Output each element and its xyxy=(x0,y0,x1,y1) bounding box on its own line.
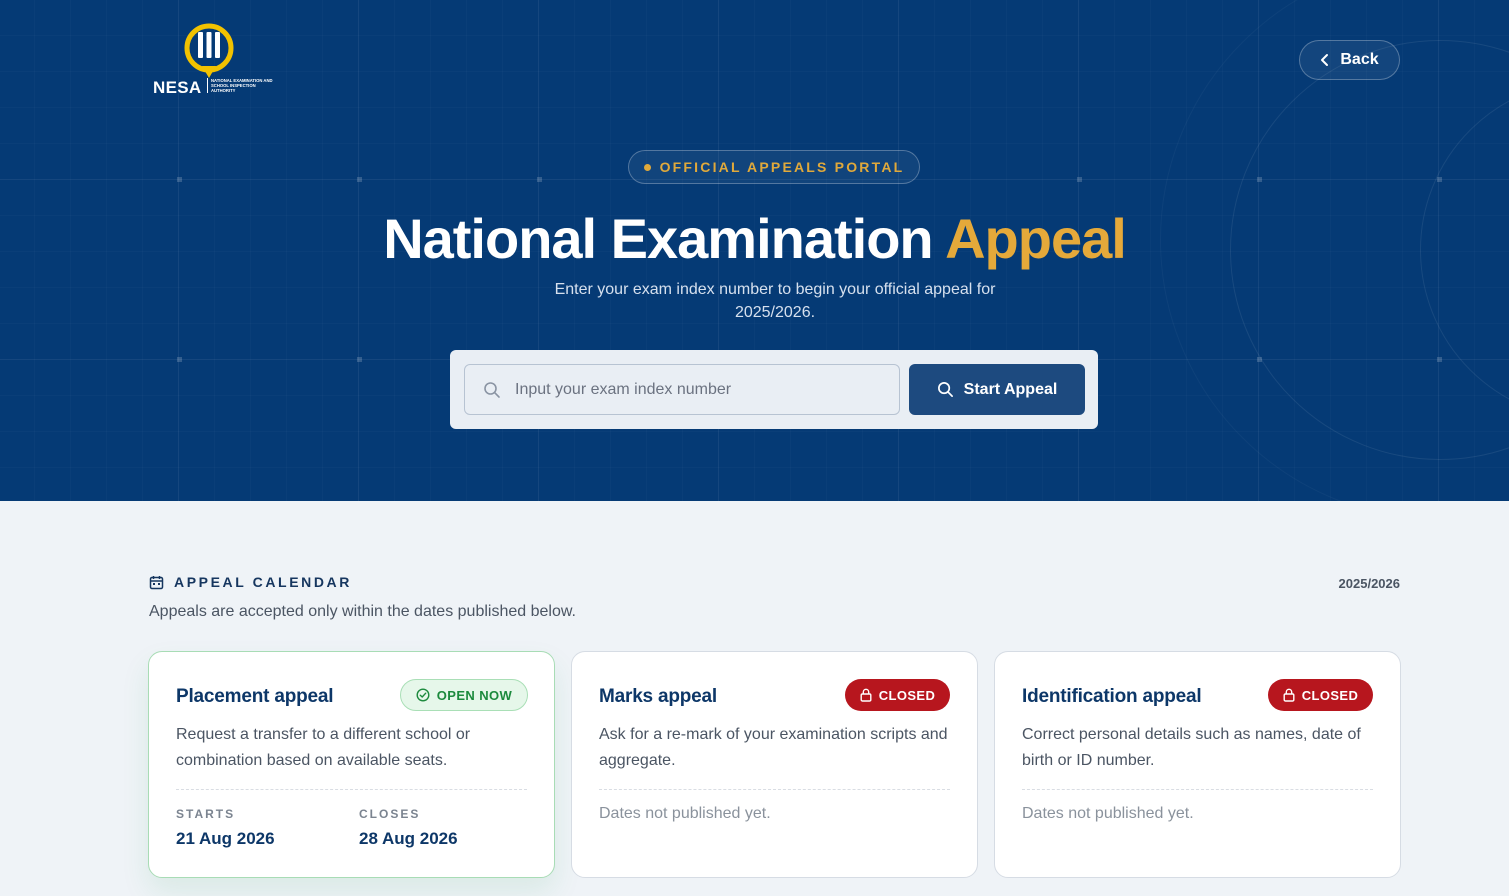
grid-marker xyxy=(357,357,362,362)
start-appeal-label: Start Appeal xyxy=(963,380,1058,398)
chevron-left-icon xyxy=(1321,54,1329,66)
portal-badge-label: OFFICIAL APPEALS PORTAL xyxy=(659,159,905,175)
status-badge-label: CLOSED xyxy=(1301,687,1359,703)
identification-appeal-card[interactable]: Identification appeal CLOSED Correct per… xyxy=(994,651,1401,878)
start-appeal-button[interactable]: Start Appeal xyxy=(909,364,1085,415)
dates-note: Dates not published yet. xyxy=(599,805,771,822)
lock-icon xyxy=(860,688,872,702)
status-badge-label: CLOSED xyxy=(878,687,936,703)
marks-appeal-card[interactable]: Marks appeal CLOSED Ask for a re-mark of… xyxy=(571,651,978,878)
placement-appeal-card[interactable]: Placement appeal OPEN NOW Request a tran… xyxy=(148,651,555,878)
search-panel: Input your exam index number Start Appea… xyxy=(450,350,1098,429)
status-badge-closed: CLOSED xyxy=(845,679,950,711)
logo-subtext: NATIONAL EXAMINATION AND SCHOOL INSPECTI… xyxy=(207,78,273,93)
card-description: Request a transfer to a different school… xyxy=(176,726,471,769)
page-subtitle: Enter your exam index number to begin yo… xyxy=(554,281,996,321)
card-title: Placement appeal xyxy=(176,686,334,707)
grid-marker xyxy=(177,177,182,182)
status-badge-closed: CLOSED xyxy=(1268,679,1373,711)
search-icon xyxy=(484,381,500,398)
grid-marker xyxy=(1437,357,1442,362)
calendar-subtitle: Appeals are accepted only within the dat… xyxy=(149,603,576,620)
back-button[interactable]: Back xyxy=(1299,40,1400,80)
index-number-input[interactable]: Input your exam index number xyxy=(464,364,900,415)
card-divider xyxy=(599,789,950,790)
academic-year: 2025/2026 xyxy=(1338,576,1400,591)
logo-wordmark: NESA xyxy=(153,78,202,97)
starts-date: 21 Aug 2026 xyxy=(176,829,275,848)
card-divider xyxy=(1022,789,1373,790)
back-button-label: Back xyxy=(1340,51,1379,68)
closes-date: 28 Aug 2026 xyxy=(359,829,458,848)
page-title: National Examination Appeal xyxy=(0,206,1509,271)
grid-marker xyxy=(1437,177,1442,182)
grid-marker xyxy=(1077,177,1082,182)
search-icon xyxy=(937,382,953,397)
grid-marker xyxy=(1257,177,1262,182)
calendar-heading: APPEAL CALENDAR xyxy=(149,574,352,590)
calendar-heading-label: APPEAL CALENDAR xyxy=(174,574,352,590)
portal-badge: OFFICIAL APPEALS PORTAL xyxy=(628,150,920,184)
hero-banner: NESA NATIONAL EXAMINATION AND SCHOOL INS… xyxy=(0,0,1509,501)
calendar-icon xyxy=(149,575,164,589)
closes-label: CLOSES xyxy=(359,807,421,821)
card-description: Correct personal details such as names, … xyxy=(1022,726,1361,769)
card-description: Ask for a re-mark of your examination sc… xyxy=(599,726,948,769)
page-title-accent: Appeal xyxy=(945,207,1127,270)
grid-marker xyxy=(177,357,182,362)
starts-label: STARTS xyxy=(176,807,236,821)
card-title: Identification appeal xyxy=(1022,686,1202,707)
grid-marker xyxy=(357,177,362,182)
nesa-logo[interactable]: NESA NATIONAL EXAMINATION AND SCHOOL INS… xyxy=(150,22,275,100)
status-badge-label: OPEN NOW xyxy=(436,687,513,703)
grid-marker xyxy=(537,177,542,182)
page-title-main: National Examination xyxy=(383,207,933,270)
card-title: Marks appeal xyxy=(599,686,717,707)
lock-icon xyxy=(1283,688,1295,702)
index-number-placeholder: Input your exam index number xyxy=(515,380,732,398)
check-circle-icon xyxy=(416,688,430,702)
dates-note: Dates not published yet. xyxy=(1022,805,1194,822)
status-badge-open: OPEN NOW xyxy=(400,679,528,711)
pencil-bulb-logo-icon xyxy=(184,23,234,78)
grid-marker xyxy=(1257,357,1262,362)
dot-icon xyxy=(643,163,651,171)
card-divider xyxy=(176,789,527,790)
